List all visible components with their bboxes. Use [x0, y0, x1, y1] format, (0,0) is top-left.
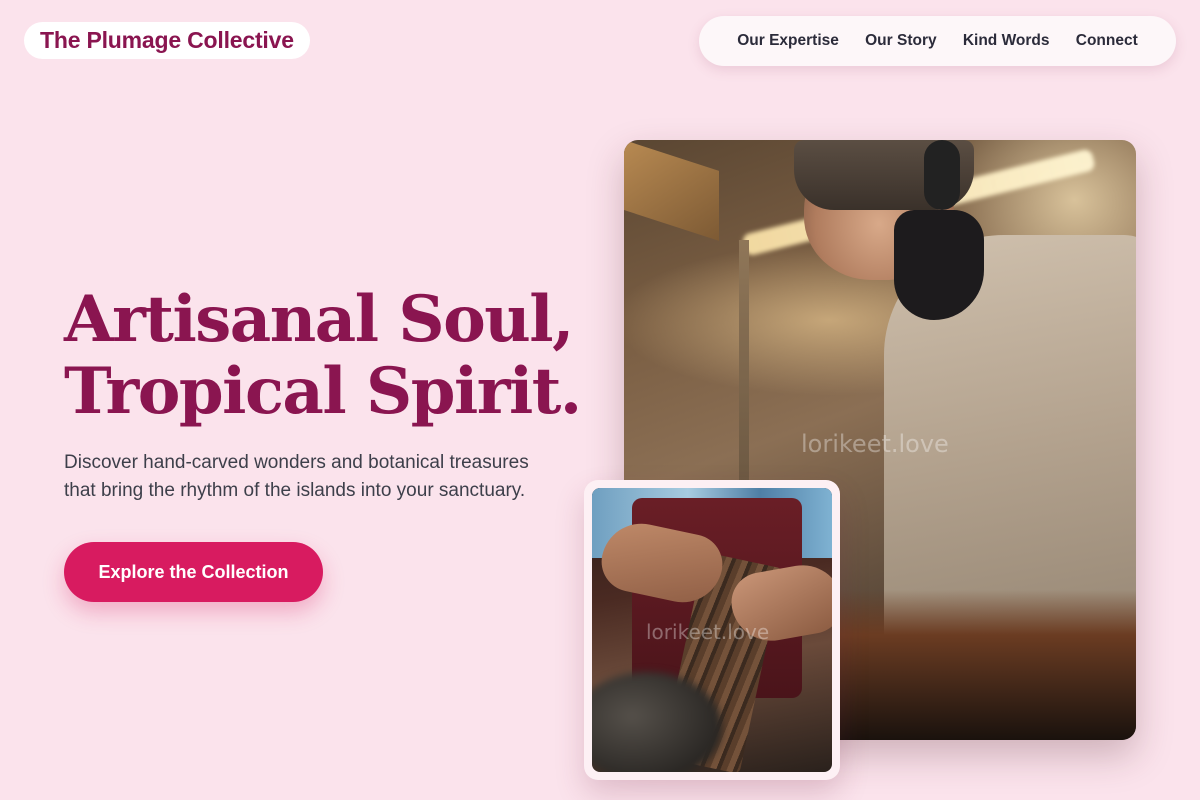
image-artisan-scarf — [894, 210, 984, 320]
main-nav: Our Expertise Our Story Kind Words Conne… — [699, 16, 1176, 66]
brand-logo[interactable]: The Plumage Collective — [24, 22, 310, 59]
nav-item-kind-words[interactable]: Kind Words — [963, 32, 1050, 50]
secondary-image-photo: lorikeet.love — [592, 488, 832, 772]
hero-headline-line-2: Tropical Spirit. — [64, 354, 582, 429]
nav-item-our-expertise[interactable]: Our Expertise — [737, 32, 839, 50]
hero-headline: Artisanal Soul, Tropical Spirit. — [64, 282, 582, 429]
image-ear-protection — [924, 140, 960, 210]
image-ceiling-beam — [624, 140, 719, 241]
brand-name: The Plumage Collective — [40, 27, 294, 53]
hero-subtitle: Discover hand-carved wonders and botanic… — [64, 452, 529, 501]
secondary-image-watermark: lorikeet.love — [646, 620, 770, 644]
hero-headline-line-1: Artisanal Soul, — [64, 282, 574, 357]
main-image-watermark: lorikeet.love — [801, 430, 949, 458]
nav-item-our-story[interactable]: Our Story — [865, 32, 936, 50]
nav-item-connect[interactable]: Connect — [1076, 32, 1138, 50]
explore-collection-button[interactable]: Explore the Collection — [64, 542, 323, 602]
hero-secondary-image: lorikeet.love — [584, 480, 840, 780]
